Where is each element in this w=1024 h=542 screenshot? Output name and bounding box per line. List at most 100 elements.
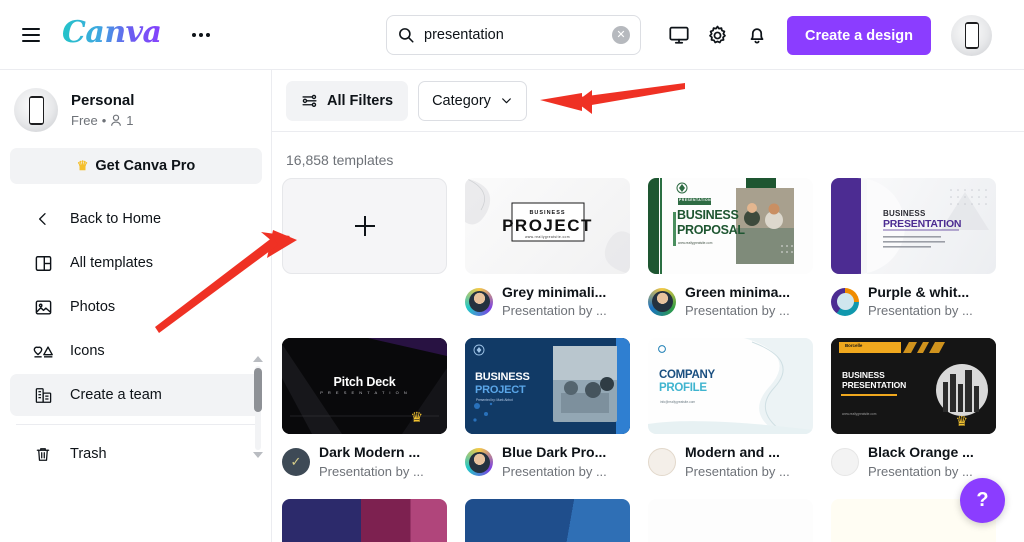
template-title: Modern and ... xyxy=(685,444,780,461)
sidebar-scrollbar[interactable] xyxy=(252,352,264,464)
template-byline: Presentation by ... xyxy=(868,463,973,479)
template-card[interactable] xyxy=(648,498,813,542)
template-thumbnail[interactable]: BUSINESS PRESENTATION Borcelle www.reall… xyxy=(831,338,996,435)
search-icon xyxy=(399,28,414,43)
sidebar-item-label: Create a team xyxy=(70,387,162,403)
account-plan: Free • 1 xyxy=(71,113,134,128)
hamburger-icon[interactable] xyxy=(14,18,48,52)
plan-label: Free xyxy=(71,112,98,128)
create-blank-design[interactable] xyxy=(282,178,447,274)
thumb-text: BUSINESS xyxy=(883,209,926,218)
template-thumbnail[interactable]: BUSINESS PRESENTATION xyxy=(831,178,996,274)
template-author[interactable]: Blue Dark Pro... Presentation by ... xyxy=(465,443,630,480)
sidebar-item-label: Trash xyxy=(70,446,107,462)
template-byline: Presentation by ... xyxy=(502,463,607,479)
phone-thumbnail xyxy=(964,22,979,49)
sidebar-item-all-templates[interactable]: All templates xyxy=(10,242,261,284)
template-thumbnail[interactable]: Pitch Deck P R E S E N T A T I O N ♛ xyxy=(282,338,447,435)
photo-icon xyxy=(32,296,54,318)
trash-icon xyxy=(32,443,54,465)
all-filters-button[interactable]: All Filters xyxy=(286,80,409,121)
template-title: Green minima... xyxy=(685,284,791,300)
template-byline: Presentation by ... xyxy=(319,463,424,479)
clear-icon[interactable]: ✕ xyxy=(612,26,630,44)
thumb-text: BUSINESS xyxy=(475,371,530,384)
sidebar-item-label: Back to Home xyxy=(70,211,162,227)
sidebar-item-back-to-home[interactable]: Back to Home xyxy=(10,198,261,240)
canva-logo[interactable]: Canva xyxy=(62,17,166,52)
template-author[interactable]: Black Orange ... Presentation by ... xyxy=(831,443,996,480)
template-thumbnail[interactable]: COMPANY PROFILE info@reallygreatsite.com xyxy=(648,338,813,435)
template-card[interactable] xyxy=(282,498,447,542)
template-card[interactable] xyxy=(465,498,630,542)
help-button[interactable]: ? xyxy=(960,478,1005,523)
template-thumbnail[interactable] xyxy=(648,498,813,542)
avatar[interactable] xyxy=(951,15,992,56)
template-author[interactable]: Grey minimali... Presentation by ... xyxy=(465,283,630,320)
members-count: 1 xyxy=(126,112,134,128)
template-card[interactable]: Pitch Deck P R E S E N T A T I O N ♛ ✓ D… xyxy=(282,338,447,480)
chevron-left-icon xyxy=(32,208,54,230)
template-card[interactable]: BUSINESS PROJECT www.reallygreatsite.com… xyxy=(465,178,630,320)
template-byline: Presentation by ... xyxy=(502,303,607,319)
category-dropdown[interactable]: Category xyxy=(418,80,527,121)
thumb-text: Presented by: Mark Abbot xyxy=(476,398,513,403)
template-thumbnail[interactable] xyxy=(282,498,447,542)
sidebar: Personal Free • 1 ♛ Get Canva Pro Back t… xyxy=(0,70,272,542)
template-card[interactable]: COMPANY PROFILE info@reallygreatsite.com… xyxy=(648,338,813,480)
template-card[interactable]: BUSINESS PRESENTATION Purple & whit... P… xyxy=(831,178,996,320)
thumb-text: PRESENTATION xyxy=(842,380,907,391)
sidebar-item-icons[interactable]: Icons xyxy=(10,330,261,372)
gear-icon[interactable] xyxy=(703,21,731,49)
template-author[interactable]: Modern and ... Presentation by ... xyxy=(648,443,813,480)
scrollbar-thumb[interactable] xyxy=(254,368,262,412)
template-thumbnail[interactable] xyxy=(465,498,630,542)
template-thumbnail[interactable]: BUSINESS PROJECT www.reallygreatsite.com xyxy=(465,178,630,274)
create-a-design-button[interactable]: Create a design xyxy=(787,16,931,55)
search-input[interactable] xyxy=(424,27,612,43)
crown-icon: ♛ xyxy=(76,158,89,173)
category-label: Category xyxy=(432,92,491,109)
top-header: Canva ✕ xyxy=(0,0,1024,70)
template-title: Purple & whit... xyxy=(868,284,970,300)
template-thumbnail[interactable]: PRESENTATION BUSINESS PROPOSAL www.reall… xyxy=(648,178,813,274)
scroll-down-arrow[interactable] xyxy=(253,452,263,458)
thumb-text: COMPANY xyxy=(659,369,715,382)
plus-icon xyxy=(354,216,375,236)
monitor-icon[interactable] xyxy=(665,21,693,49)
thumb-text: PROJECT xyxy=(502,216,593,235)
template-title: Dark Modern ... xyxy=(319,444,421,461)
search-bar[interactable]: ✕ xyxy=(386,15,641,55)
template-card[interactable]: BUSINESS PRESENTATION Borcelle www.reall… xyxy=(831,338,996,480)
get-canva-pro-button[interactable]: ♛ Get Canva Pro xyxy=(10,148,262,184)
account-summary[interactable]: Personal Free • 1 xyxy=(0,70,271,132)
account-name: Personal xyxy=(71,92,135,110)
template-author[interactable]: Purple & whit... Presentation by ... xyxy=(831,283,996,320)
main-content: All Filters Category 16,858 templates BU… xyxy=(272,70,1024,542)
template-thumbnail[interactable]: BUSINESS PROJECT Presented by: Mark Abbo… xyxy=(465,338,630,435)
sidebar-item-photos[interactable]: Photos xyxy=(10,286,261,328)
thumb-text: Pitch Deck xyxy=(333,375,396,390)
team-icon xyxy=(32,384,54,406)
sidebar-divider xyxy=(16,424,255,425)
template-author[interactable]: Green minima... Presentation by ... xyxy=(648,283,813,320)
author-avatar xyxy=(465,448,493,477)
sidebar-item-trash[interactable]: Trash xyxy=(10,433,261,475)
template-author[interactable]: ✓ Dark Modern ... Presentation by ... xyxy=(282,443,447,480)
thumb-text: www.reallygreatsite.com xyxy=(525,235,570,239)
template-byline: Presentation by ... xyxy=(685,303,790,319)
thumb-text: P R E S E N T A T I O N xyxy=(320,390,409,396)
scroll-up-arrow[interactable] xyxy=(253,356,263,362)
template-card[interactable]: BUSINESS PROJECT Presented by: Mark Abbo… xyxy=(465,338,630,480)
author-avatar xyxy=(648,448,676,477)
template-byline: Presentation by ... xyxy=(685,463,790,479)
filter-bar: All Filters Category xyxy=(272,70,1024,132)
template-card[interactable]: PRESENTATION BUSINESS PROPOSAL www.reall… xyxy=(648,178,813,320)
sidebar-item-create-a-team[interactable]: Create a team xyxy=(10,374,261,416)
author-avatar xyxy=(648,287,676,316)
bell-icon[interactable] xyxy=(743,21,771,49)
sidebar-item-label: All templates xyxy=(70,255,154,271)
ellipsis-icon[interactable] xyxy=(186,20,216,50)
thumb-text: PROPOSAL xyxy=(677,223,745,237)
author-avatar xyxy=(465,287,493,316)
